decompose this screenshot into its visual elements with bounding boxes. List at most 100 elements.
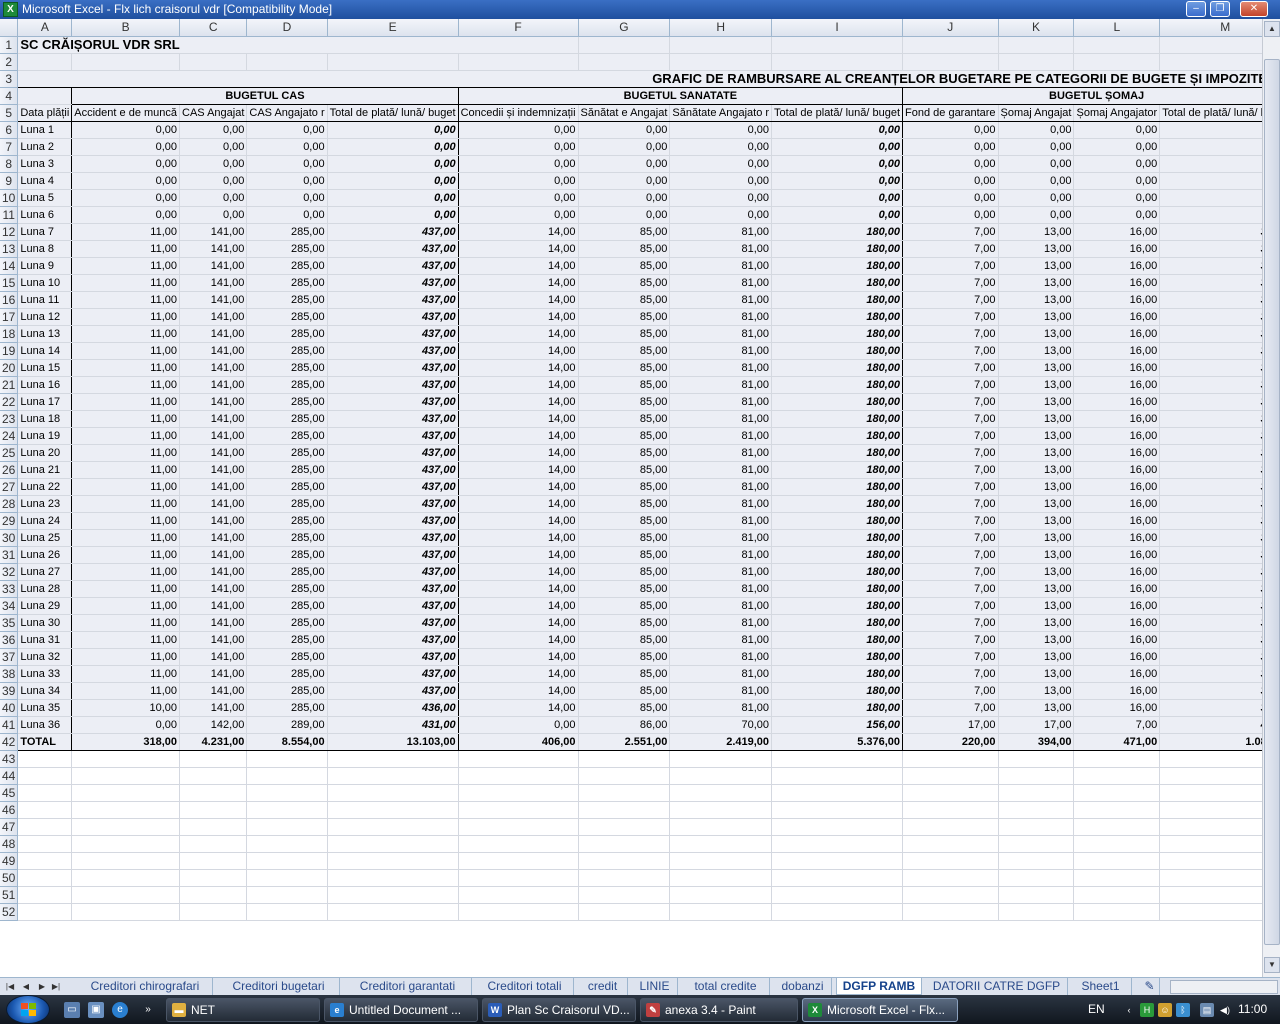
amount-cell[interactable]: 16,00 [1073, 444, 1161, 462]
amount-cell[interactable]: 437,00 [327, 359, 459, 377]
amount-cell[interactable]: 285,00 [246, 682, 328, 700]
amount-cell[interactable]: 36,00 [1159, 563, 1262, 581]
amount-cell[interactable]: 0,00 [902, 138, 999, 156]
amount-cell[interactable]: 285,00 [246, 614, 328, 632]
tray-app-icon[interactable]: H [1140, 1003, 1154, 1017]
month-label[interactable]: Luna 16 [17, 376, 73, 394]
row-header[interactable]: 13 [0, 240, 19, 258]
amount-cell[interactable]: 0,00 [246, 206, 328, 224]
row-header[interactable]: 52 [0, 903, 19, 921]
empty-cell[interactable] [17, 903, 73, 921]
row-header[interactable]: 39 [0, 682, 19, 700]
next-sheet-icon[interactable]: ▶ [36, 980, 48, 993]
amount-cell[interactable]: 13,00 [998, 495, 1075, 513]
empty-cell[interactable] [17, 784, 73, 802]
amount-cell[interactable]: 85,00 [578, 291, 671, 309]
month-label[interactable]: Luna 13 [17, 325, 73, 343]
month-label[interactable]: Luna 7 [17, 223, 73, 241]
empty-cell[interactable] [669, 53, 773, 71]
empty-cell[interactable] [902, 818, 999, 836]
empty-cell[interactable] [71, 903, 181, 921]
amount-cell[interactable]: 7,00 [902, 461, 999, 479]
empty-cell[interactable] [998, 750, 1075, 768]
empty-cell[interactable] [1073, 801, 1161, 819]
empty-cell[interactable] [458, 53, 579, 71]
empty-cell[interactable] [71, 852, 181, 870]
amount-cell[interactable]: 0,00 [71, 138, 181, 156]
amount-cell[interactable]: 11,00 [71, 546, 181, 564]
amount-cell[interactable]: 85,00 [578, 529, 671, 547]
amount-cell[interactable]: 437,00 [327, 444, 459, 462]
amount-cell[interactable]: 285,00 [246, 359, 328, 377]
amount-cell[interactable]: 85,00 [578, 393, 671, 411]
month-label[interactable]: Luna 28 [17, 580, 73, 598]
amount-cell[interactable]: 0,00 [246, 121, 328, 139]
row-header[interactable]: 19 [0, 342, 19, 360]
amount-cell[interactable]: 180,00 [771, 580, 904, 598]
amount-cell[interactable]: 14,00 [458, 257, 579, 275]
amount-cell[interactable]: 437,00 [327, 529, 459, 547]
amount-cell[interactable]: 285,00 [246, 529, 328, 547]
amount-cell[interactable]: 85,00 [578, 614, 671, 632]
empty-cell[interactable] [458, 886, 579, 904]
amount-cell[interactable]: 85,00 [578, 546, 671, 564]
amount-cell[interactable]: 180,00 [771, 461, 904, 479]
empty-cell[interactable] [458, 750, 579, 768]
amount-cell[interactable]: 141,00 [179, 325, 248, 343]
amount-cell[interactable]: 85,00 [578, 648, 671, 666]
empty-cell[interactable] [179, 784, 248, 802]
amount-cell[interactable]: 10,00 [71, 699, 181, 717]
amount-cell[interactable]: 0,00 [669, 172, 773, 190]
amount-cell[interactable]: 81,00 [669, 648, 773, 666]
amount-cell[interactable]: 81,00 [669, 614, 773, 632]
amount-cell[interactable]: 13,00 [998, 614, 1075, 632]
amount-cell[interactable]: 14,00 [458, 495, 579, 513]
empty-cell[interactable] [998, 53, 1075, 71]
amount-cell[interactable]: 36,00 [1159, 546, 1262, 564]
empty-cell[interactable] [327, 784, 459, 802]
amount-cell[interactable]: 285,00 [246, 257, 328, 275]
sheet-tab[interactable]: DGFP RAMB [836, 978, 922, 995]
amount-cell[interactable]: 180,00 [771, 614, 904, 632]
month-label[interactable]: Luna 19 [17, 427, 73, 445]
amount-cell[interactable]: 16,00 [1073, 665, 1161, 683]
amount-cell[interactable]: 7,00 [902, 325, 999, 343]
row-header[interactable]: 8 [0, 155, 19, 173]
amount-cell[interactable]: 70,00 [669, 716, 773, 734]
amount-cell[interactable]: 0,00 [902, 189, 999, 207]
amount-cell[interactable]: 16,00 [1073, 359, 1161, 377]
amount-cell[interactable]: 16,00 [1073, 376, 1161, 394]
amount-cell[interactable]: 13,00 [998, 546, 1075, 564]
amount-cell[interactable]: 81,00 [669, 291, 773, 309]
empty-cell[interactable] [578, 818, 671, 836]
amount-cell[interactable]: 180,00 [771, 529, 904, 547]
amount-cell[interactable]: 0,00 [578, 155, 671, 173]
amount-cell[interactable]: 16,00 [1073, 393, 1161, 411]
empty-cell[interactable] [771, 886, 904, 904]
amount-cell[interactable]: 81,00 [669, 223, 773, 241]
amount-cell[interactable]: 141,00 [179, 393, 248, 411]
empty-cell[interactable] [17, 750, 73, 768]
language-indicator[interactable]: EN [1088, 1002, 1105, 1016]
report-title[interactable]: GRAFIC DE RAMBURSARE AL CREANȚELOR BUGET… [17, 70, 1262, 88]
amount-cell[interactable]: 81,00 [669, 597, 773, 615]
amount-cell[interactable]: 0,00 [771, 155, 904, 173]
month-label[interactable]: Luna 33 [17, 665, 73, 683]
month-label[interactable]: Luna 18 [17, 410, 73, 428]
empty-cell[interactable] [17, 869, 73, 887]
amount-cell[interactable]: 36,00 [1159, 325, 1262, 343]
empty-cell[interactable] [998, 35, 1075, 54]
amount-cell[interactable]: 0,00 [578, 172, 671, 190]
amount-cell[interactable]: 7,00 [902, 376, 999, 394]
column-header[interactable]: F [458, 19, 579, 37]
amount-cell[interactable]: 437,00 [327, 274, 459, 292]
amount-cell[interactable]: 0,00 [998, 121, 1075, 139]
amount-cell[interactable]: 81,00 [669, 529, 773, 547]
month-label[interactable]: Luna 14 [17, 342, 73, 360]
amount-cell[interactable]: 36,00 [1159, 376, 1262, 394]
amount-cell[interactable]: 437,00 [327, 478, 459, 496]
amount-cell[interactable]: 36,00 [1159, 512, 1262, 530]
amount-cell[interactable]: 437,00 [327, 648, 459, 666]
month-label[interactable]: Luna 6 [17, 206, 73, 224]
amount-cell[interactable]: 180,00 [771, 342, 904, 360]
